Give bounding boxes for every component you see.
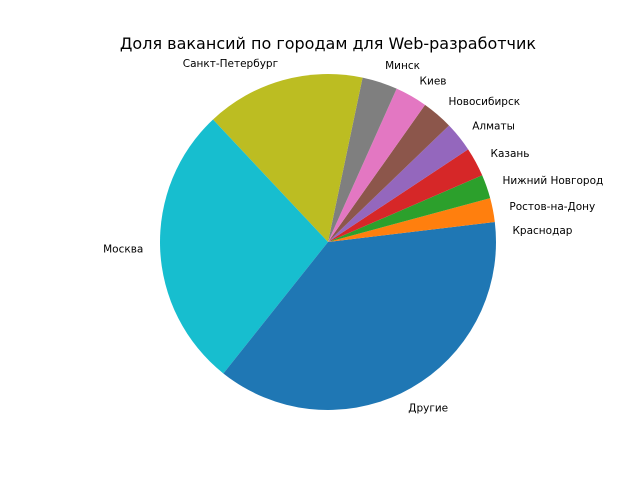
chart-title: Доля вакансий по городам для Web-разрабо…: [120, 34, 536, 53]
slice-label: Минск: [385, 60, 420, 72]
pie-chart: Доля вакансий по городам для Web-разрабо…: [103, 34, 603, 414]
slice-label: Краснодар: [512, 225, 572, 237]
slice-label: Нижний Новгород: [502, 175, 603, 187]
slice-label: Казань: [491, 148, 530, 160]
slice-label: Ростов-на-Дону: [509, 201, 595, 213]
slice-label: Санкт-Петербург: [183, 58, 278, 70]
slice-label: Другие: [408, 402, 448, 414]
slice-label: Киев: [420, 75, 447, 87]
slice-label: Алматы: [472, 120, 515, 132]
slice-label: Новосибирск: [448, 96, 520, 108]
pie-slices: [160, 74, 496, 410]
slice-label: Москва: [103, 244, 143, 256]
